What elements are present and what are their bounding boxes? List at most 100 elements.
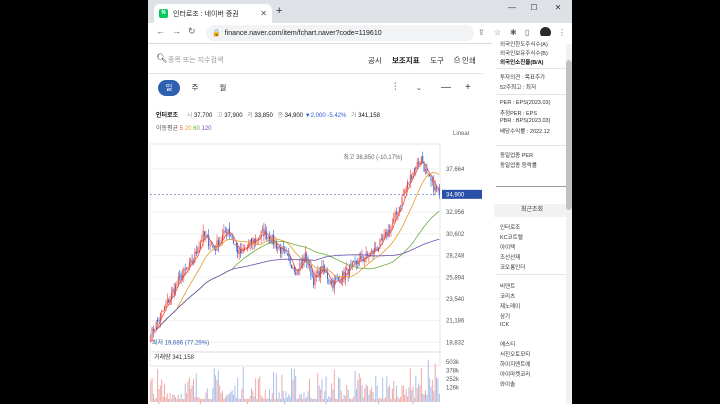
recent-header: 최근조회 (494, 204, 570, 217)
menu-indicators[interactable]: 보조지표 (392, 55, 420, 66)
candle-body (425, 169, 426, 171)
side-sector-change: 동일업종 등락률 (500, 163, 537, 169)
menu-tools[interactable]: 도구 (430, 55, 444, 66)
candle-body (309, 263, 310, 267)
candle-body (190, 260, 192, 262)
period-bar: 일 주 월 ⫶ ⌄ — + (148, 74, 483, 100)
zoom-out-icon[interactable]: — (441, 82, 451, 93)
zoom-in-icon[interactable]: + (465, 82, 471, 93)
print-icon[interactable]: ⎙ (454, 55, 460, 65)
volume-bar (197, 397, 199, 402)
candle-body (338, 277, 339, 280)
candle-body (354, 261, 356, 262)
browser-tab[interactable]: N 인터로조 : 네이버 증권 ✕ (154, 4, 272, 23)
related-item[interactable]: 삼기 (500, 312, 510, 320)
volume-bar (331, 383, 333, 402)
related-item[interactable]: 비덴트 (500, 282, 515, 290)
volume-bar (297, 398, 299, 402)
volume-bar (393, 380, 395, 402)
reload-icon[interactable]: ↻ (188, 26, 196, 37)
tab-weekly[interactable]: 주 (184, 80, 206, 96)
search-icon[interactable]: 🔍︎ (156, 53, 167, 64)
volume-bar (310, 397, 312, 402)
related-item[interactable]: ICK (500, 322, 509, 328)
volume-bar (256, 398, 258, 402)
volume-bar (215, 375, 217, 402)
volume-bar (241, 388, 243, 402)
related-item[interactable]: 서진오토모티 (500, 350, 530, 358)
recent-item[interactable]: KC코트렐 (500, 233, 523, 241)
volume-bar (358, 373, 360, 402)
related-item[interactable]: 에스티 (500, 340, 515, 348)
volume-bar (383, 398, 385, 402)
moving-average-legend: 이동평균 5 20 60 120 (156, 123, 212, 132)
volume-bar (332, 389, 334, 402)
tab-daily[interactable]: 일 (158, 80, 180, 96)
volume-bar (329, 397, 331, 402)
volume-bar (235, 397, 237, 402)
candle-body (231, 236, 233, 239)
volume-tick-label: 126k (446, 386, 460, 392)
minimize-icon[interactable]: — (504, 3, 520, 12)
recent-item[interactable]: 코오롱인더 (500, 263, 525, 271)
close-window-icon[interactable]: ✕ (550, 3, 566, 12)
volume-bar (202, 398, 204, 402)
y-tick-label: 28,248 (446, 254, 465, 260)
volume-bar (396, 385, 397, 402)
volume-bar (244, 398, 246, 402)
candle-body (237, 245, 239, 254)
candle-body (191, 259, 193, 264)
candle-body (405, 187, 407, 193)
new-tab-button[interactable]: + (276, 5, 282, 17)
volume-bar (284, 398, 286, 402)
volume-bar (205, 392, 207, 402)
candle-body (394, 212, 396, 219)
menu-disclosure[interactable]: 공시 (368, 55, 382, 66)
candle-body (317, 270, 319, 274)
related-item[interactable]: 아이마켓코리 (500, 370, 530, 378)
volume-bar (347, 389, 349, 402)
address-bar[interactable]: 🔒 finance.naver.com/item/fchart.naver?co… (206, 25, 474, 41)
tab-strip: N 인터로조 : 네이버 증권 ✕ + — ☐ ✕ (148, 0, 572, 23)
volume-bar (266, 398, 268, 402)
related-item[interactable]: 하이지엔트에 (500, 360, 530, 368)
candle-type-icon[interactable]: ⫶ (394, 82, 397, 93)
candle-body (415, 167, 417, 170)
menu-print[interactable]: 인쇄 (462, 55, 476, 66)
recent-item[interactable]: 인터로조 (500, 223, 520, 231)
volume-bar (423, 394, 425, 402)
volume-bar (416, 388, 418, 402)
volume-bar (154, 399, 156, 402)
related-item[interactable]: 제노레이 (500, 302, 520, 310)
volume-bar (354, 371, 356, 402)
stock-search-input[interactable]: 종목 또는 지수검색 (168, 55, 223, 65)
volume-bar (161, 379, 163, 402)
candle-body (371, 250, 373, 253)
volume-bar (304, 398, 306, 402)
candle-body (325, 272, 327, 273)
candle-body (431, 179, 433, 182)
related-item[interactable]: 코리츠 (500, 292, 515, 300)
volume-bar (222, 390, 223, 402)
related-item[interactable]: 와이솔 (500, 380, 515, 388)
ma120-label: 120 (201, 126, 212, 132)
share-icon[interactable]: ⇪ (478, 28, 485, 37)
back-icon[interactable]: ← (156, 26, 165, 36)
volume-bar (157, 368, 159, 402)
recent-item[interactable]: 조선선재 (500, 253, 520, 261)
volume-bar (291, 368, 293, 402)
volume-bar (357, 380, 359, 402)
candle-body (339, 280, 341, 283)
close-tab-icon[interactable]: ✕ (260, 9, 267, 18)
volume-bar (384, 397, 386, 402)
chevron-down-icon[interactable]: ⌄ (416, 84, 422, 92)
maximize-icon[interactable]: ☐ (526, 3, 542, 12)
side-per: PER : EPS(2023.03) (500, 100, 551, 106)
recent-item[interactable]: 아이텍 (500, 243, 515, 251)
tab-monthly[interactable]: 월 (212, 80, 234, 96)
candle-body (172, 289, 174, 292)
scrollbar-thumb[interactable] (566, 60, 572, 210)
volume-bar (188, 377, 190, 402)
forward-icon[interactable]: → (172, 26, 181, 36)
price-chart[interactable]: 37,664 32,956 30,602 28,248 25,894 23,540 21,1… (148, 134, 483, 404)
